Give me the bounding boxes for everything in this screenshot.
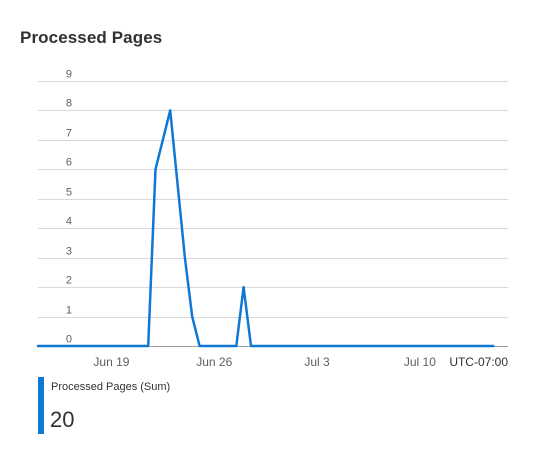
x-tick-label: Jun 19 — [93, 355, 129, 369]
y-tick-label-5: 5 — [66, 187, 72, 199]
y-tick-label-4: 4 — [66, 216, 72, 228]
x-axis-ticks: Jun 19 Jun 26 Jul 3 Jul 10 — [93, 355, 436, 369]
x-tick-label: Jun 26 — [196, 355, 232, 369]
grid-lines — [38, 81, 508, 347]
y-tick-label-0: 0 — [66, 334, 72, 346]
y-tick-label-9: 9 — [66, 69, 72, 81]
y-tick-label-8: 8 — [66, 98, 72, 110]
legend[interactable]: Processed Pages (Sum) 20 — [38, 377, 338, 434]
timezone-label: UTC-07:00 — [449, 355, 508, 369]
y-tick-label-1: 1 — [66, 305, 72, 317]
legend-color-bar — [38, 377, 44, 434]
x-tick-label: Jul 10 — [404, 355, 436, 369]
y-tick-label-6: 6 — [66, 157, 72, 169]
legend-total-value: 20 — [50, 407, 75, 432]
x-tick-label: Jul 3 — [304, 355, 330, 369]
y-tick-label-7: 7 — [66, 128, 72, 140]
y-tick-label-2: 2 — [66, 275, 72, 287]
legend-series-label: Processed Pages (Sum) — [51, 381, 171, 393]
y-tick-label-3: 3 — [66, 246, 72, 258]
